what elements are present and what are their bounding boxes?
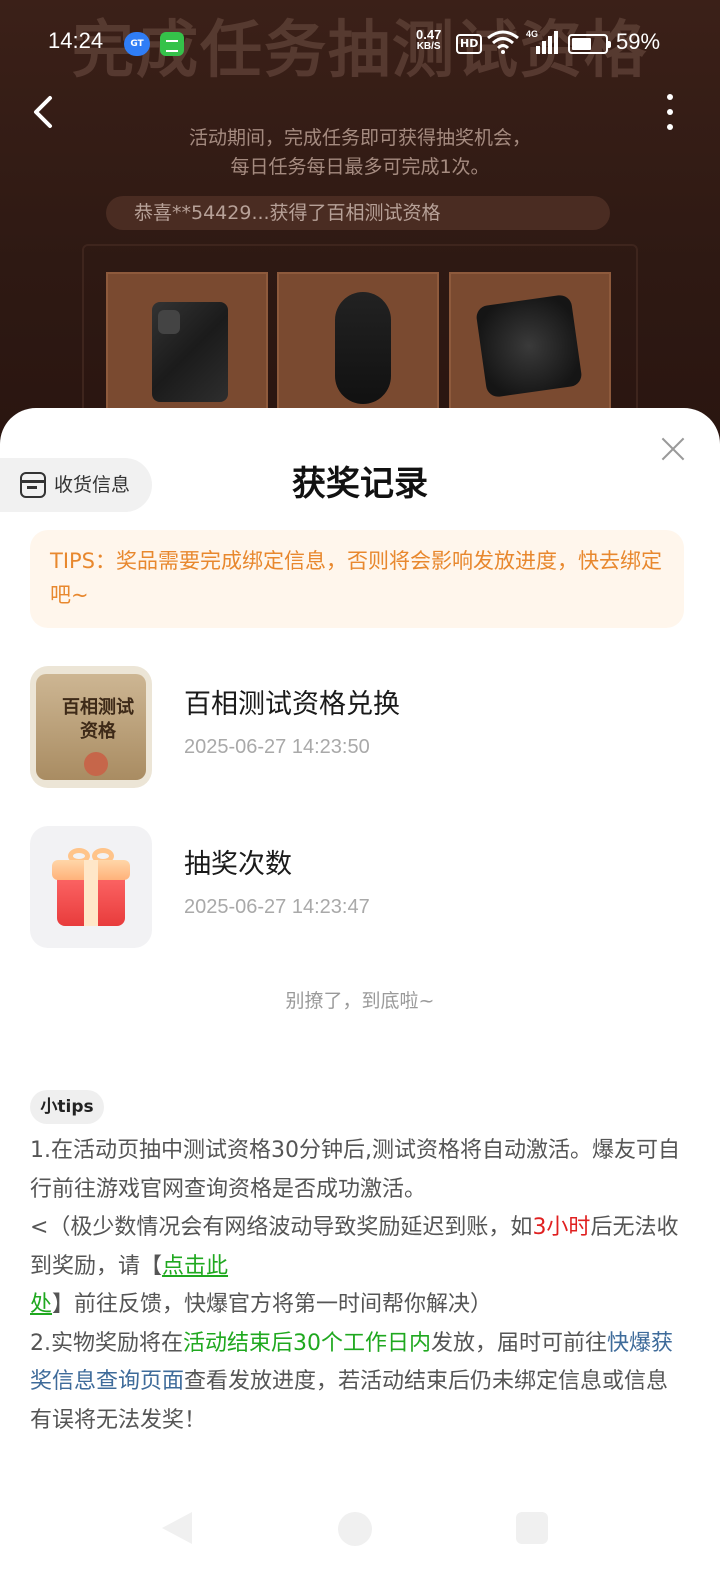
nav-back-button[interactable] [162,1512,192,1544]
nav-home-button[interactable] [338,1512,372,1546]
note-paragraph-1: 1.在活动页抽中测试资格30分钟后,测试资格将自动激活。爆友可自行前往游戏官网查… [30,1138,680,1202]
network-type-label: 4G [526,29,538,39]
record-item-qualification[interactable]: 百相测试 资格 百相测试资格兑换 2025-06-27 14:23:50 [30,666,690,788]
sheet-title: 获奖记录 [292,464,428,504]
note-paragraph-3: 2.实物奖励将在活动结束后30个工作日内发放，届时可前往快爆获奖信息查询页面查看… [30,1325,690,1441]
envelope-image: 百相测试 资格 [36,674,146,780]
prize-card-mouse[interactable] [277,272,439,412]
note-3-text-b: 发放，届时可前往 [431,1330,608,1356]
note-2-highlight-hours: 3小时 [532,1215,591,1240]
gift-ribbon [84,860,98,926]
record-time: 2025-06-27 14:23:47 [184,896,370,918]
note-3-text-a: 2.实物奖励将在 [30,1330,183,1356]
activity-page-background: 完成任务抽测试资格 14:24 GT 0.47 KB/S HD 4G 59% 活… [0,0,720,444]
record-item-draw-chances[interactable]: 抽奖次数 2025-06-27 14:23:47 [30,826,690,948]
speed-unit: KB/S [416,41,441,52]
gift-thumbnail [30,826,152,948]
battery-percent: 59% [616,29,661,54]
tips-notes: 1.在活动页抽中测试资格30分钟后,测试资格将自动激活。爆友可自行前往游戏官网查… [30,1132,690,1440]
network-speed: 0.47 KB/S [416,28,441,53]
record-title: 百相测试资格兑换 [184,689,400,720]
status-time: 14:24 [48,28,104,53]
battery-level [572,38,591,50]
record-title: 抽奖次数 [184,849,292,880]
letter-text-line-2: 资格 [80,721,116,742]
keycap-image [475,293,583,399]
close-icon[interactable] [660,436,686,462]
note-2-text-a: <（极少数情况会有网络波动导致奖励延迟到账，如 [30,1215,533,1240]
prize-card-keycap[interactable] [449,272,611,412]
record-time: 2025-06-27 14:23:50 [184,736,370,758]
letter-text-line-1: 百相测试 [62,697,134,718]
end-of-list-text: 别撩了，到底啦~ [285,990,435,1012]
battery-icon [568,34,611,54]
phone-image [152,302,228,402]
gaming-mouse-image [335,292,391,404]
letter-thumbnail-text: 百相测试 资格 [50,696,146,744]
status-bar: 14:24 GT 0.47 KB/S HD 4G 59% [0,20,720,68]
qualification-letter-thumbnail: 百相测试 资格 [30,666,152,788]
winner-ticker: 恭喜**54429...获得了百相测试资格 [106,196,610,230]
gt-app-icon: GT [124,32,150,56]
battery-tip [608,41,611,48]
note-paragraph-2: <（极少数情况会有网络波动导致奖励延迟到账，如3小时后无法收到奖励，请【点击此处… [30,1209,690,1325]
wifi-icon [487,30,519,54]
note-3-highlight-deadline: 活动结束后30个工作日内 [183,1330,431,1356]
note-2-text-c: 】前往反馈，快爆官方将第一时间帮你解决） [52,1292,493,1317]
binding-tips-banner: TIPS：奖品需要完成绑定信息，否则将会影响发放进度，快去绑定吧~ [30,530,684,628]
nav-recents-button[interactable] [516,1512,548,1544]
cellular-signal-icon: 4G [526,29,558,54]
message-app-icon [160,32,184,56]
prize-records-sheet: 收货信息 获奖记录 TIPS：奖品需要完成绑定信息，否则将会影响发放进度，快去绑… [0,408,720,1584]
activity-desc-line-1: 活动期间，完成任务即可获得抽奖机会， [188,127,531,149]
activity-description: 活动期间，完成任务即可获得抽奖机会， 每日任务每日最多可完成1次。 [0,124,720,182]
activity-desc-line-2: 每日任务每日最多可完成1次。 [230,156,490,178]
hd-icon: HD [456,34,483,54]
prize-card-phone[interactable] [106,272,268,412]
small-tips-badge: 小tips [30,1090,104,1124]
wax-seal-icon [84,752,108,776]
speed-value: 0.47 [416,27,442,42]
